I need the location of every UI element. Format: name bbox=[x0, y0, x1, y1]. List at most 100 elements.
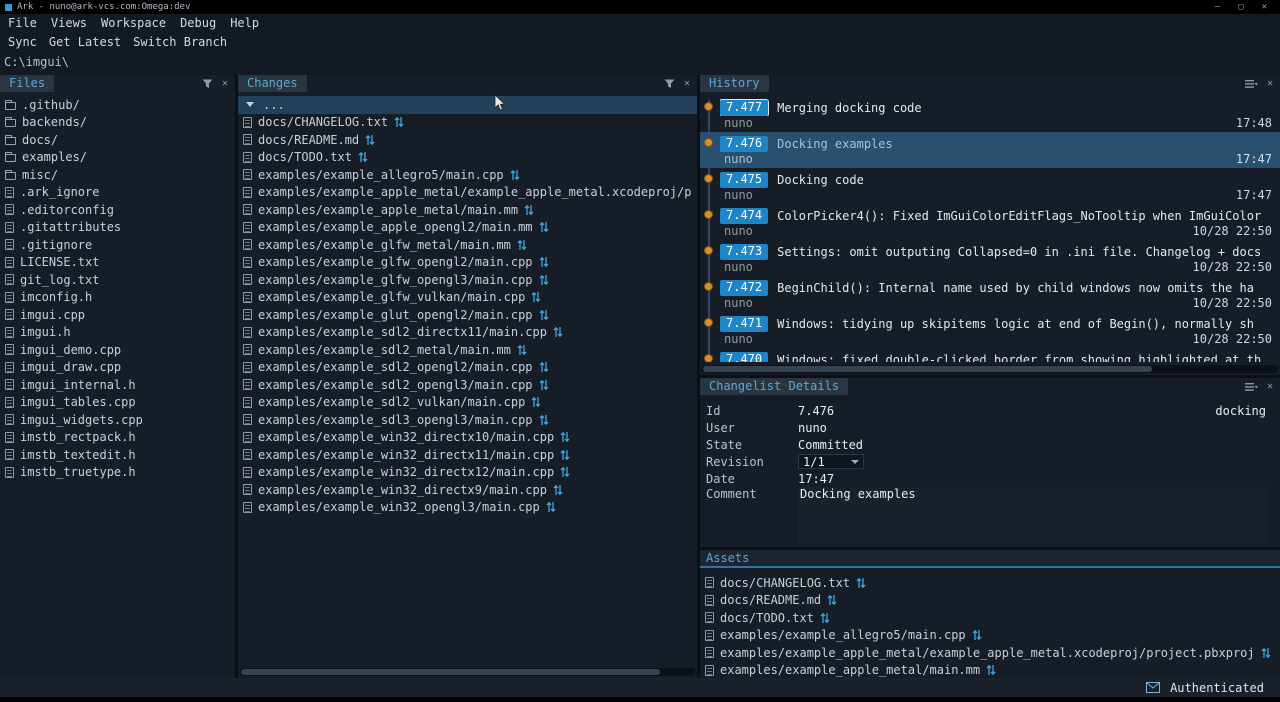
file-icon bbox=[243, 152, 252, 163]
changed-file-row[interactable]: examples/example_apple_opengl2/main.mm bbox=[238, 219, 697, 237]
menu-item[interactable]: File bbox=[8, 16, 37, 30]
changeset-row[interactable]: 7.476 Docking examples nuno 17:47 bbox=[700, 132, 1280, 168]
changed-file-row[interactable]: examples/example_glfw_opengl2/main.cpp bbox=[238, 254, 697, 272]
filter-icon[interactable] bbox=[202, 79, 213, 89]
toolbar-button[interactable]: Sync bbox=[8, 35, 37, 49]
view-options-icon[interactable] bbox=[1245, 382, 1258, 392]
changed-file-row[interactable]: examples/example_sdl2_opengl3/main.cpp bbox=[238, 376, 697, 394]
horizontal-scrollbar[interactable] bbox=[702, 365, 1278, 373]
asset-row[interactable]: examples/example_allegro5/main.cpp bbox=[700, 627, 1280, 645]
changed-file-row[interactable]: examples/example_win32_directx9/main.cpp bbox=[238, 481, 697, 499]
changes-root-row[interactable]: ... bbox=[238, 96, 697, 114]
menu-item[interactable]: Views bbox=[51, 16, 87, 30]
changeset-badge[interactable]: 7.473 bbox=[720, 244, 768, 260]
asset-row[interactable]: docs/TODO.txt bbox=[700, 609, 1280, 627]
changeset-badge[interactable]: 7.474 bbox=[720, 208, 768, 224]
file-tree-item[interactable]: .github/ bbox=[0, 96, 235, 114]
file-tree-item[interactable]: .gitignore bbox=[0, 236, 235, 254]
file-tree-item[interactable]: .gitattributes bbox=[0, 219, 235, 237]
changed-file-row[interactable]: docs/README.md bbox=[238, 131, 697, 149]
changes-panel: Changes ✕ ... docs/CHANGELOG.txt bbox=[238, 75, 697, 678]
file-tree-item[interactable]: examples/ bbox=[0, 149, 235, 167]
changeset-row[interactable]: 7.473 Settings: omit outputing Collapsed… bbox=[700, 240, 1280, 276]
changeset-row[interactable]: 7.471 Windows: tidying up skipitems logi… bbox=[700, 312, 1280, 348]
changed-file-row[interactable]: examples/example_win32_directx11/main.cp… bbox=[238, 446, 697, 464]
changed-file-row[interactable]: docs/CHANGELOG.txt bbox=[238, 114, 697, 132]
file-tree-item[interactable]: imstb_truetype.h bbox=[0, 464, 235, 482]
changed-file-row[interactable]: examples/example_win32_opengl3/main.cpp bbox=[238, 499, 697, 517]
menu-item[interactable]: Debug bbox=[180, 16, 216, 30]
changed-file-row[interactable]: examples/example_apple_metal/example_app… bbox=[238, 184, 697, 202]
scrollbar-thumb[interactable] bbox=[703, 366, 1152, 372]
asset-row[interactable]: examples/example_apple_metal/example_app… bbox=[700, 644, 1280, 662]
changed-file-row[interactable]: examples/example_sdl2_opengl2/main.cpp bbox=[238, 359, 697, 377]
changeset-row[interactable]: 7.472 BeginChild(): Internal name used b… bbox=[700, 276, 1280, 312]
file-tree-item[interactable]: docs/ bbox=[0, 131, 235, 149]
history-tab[interactable]: History bbox=[700, 75, 769, 92]
minimize-icon[interactable]: — bbox=[1215, 2, 1220, 12]
asset-row[interactable]: docs/README.md bbox=[700, 592, 1280, 610]
close-window-icon[interactable]: ✕ bbox=[1262, 2, 1267, 12]
file-tree-item[interactable]: backends/ bbox=[0, 114, 235, 132]
changed-file-row[interactable]: examples/example_win32_directx10/main.cp… bbox=[238, 429, 697, 447]
view-options-icon[interactable] bbox=[1245, 79, 1258, 89]
file-tree-item[interactable]: imgui.h bbox=[0, 324, 235, 342]
menu-item[interactable]: Help bbox=[230, 16, 259, 30]
changed-file-row[interactable]: examples/example_apple_metal/main.mm bbox=[238, 201, 697, 219]
file-tree-item[interactable]: imgui_widgets.cpp bbox=[0, 411, 235, 429]
asset-row[interactable]: examples/example_apple_metal/main.mm bbox=[700, 662, 1280, 679]
changeset-badge[interactable]: 7.471 bbox=[720, 316, 768, 332]
file-tree-item[interactable]: LICENSE.txt bbox=[0, 254, 235, 272]
changed-file-row[interactable]: examples/example_glut_opengl2/main.cpp bbox=[238, 306, 697, 324]
file-tree-item[interactable]: imstb_rectpack.h bbox=[0, 429, 235, 447]
changeset-row[interactable]: 7.470 Windows: fixed double-clicked bord… bbox=[700, 348, 1280, 362]
changed-file-row[interactable]: examples/example_win32_directx12/main.cp… bbox=[238, 464, 697, 482]
changeset-row[interactable]: 7.477 Merging docking code nuno 17:48 bbox=[700, 96, 1280, 132]
file-tree-item[interactable]: git_log.txt bbox=[0, 271, 235, 289]
file-tree-item[interactable]: .ark_ignore bbox=[0, 184, 235, 202]
changed-file-row[interactable]: examples/example_glfw_vulkan/main.cpp bbox=[238, 289, 697, 307]
changeset-badge[interactable]: 7.476 bbox=[720, 136, 768, 152]
changed-file-row[interactable]: examples/example_sdl3_opengl3/main.cpp bbox=[238, 411, 697, 429]
changed-file-row[interactable]: examples/example_sdl2_directx11/main.cpp bbox=[238, 324, 697, 342]
changeset-badge[interactable]: 7.477 bbox=[720, 100, 768, 116]
changeset-badge[interactable]: 7.475 bbox=[720, 172, 768, 188]
files-tab[interactable]: Files bbox=[0, 75, 54, 92]
close-panel-icon[interactable]: ✕ bbox=[684, 79, 690, 89]
changeset-row[interactable]: 7.474 ColorPicker4(): Fixed ImGuiColorEd… bbox=[700, 204, 1280, 240]
toolbar-button[interactable]: Get Latest bbox=[49, 35, 121, 49]
changeset-badge[interactable]: 7.472 bbox=[720, 280, 768, 296]
close-panel-icon[interactable]: ✕ bbox=[222, 79, 228, 89]
close-panel-icon[interactable]: ✕ bbox=[1267, 382, 1273, 392]
changes-tab[interactable]: Changes bbox=[238, 75, 307, 92]
asset-row[interactable]: docs/CHANGELOG.txt bbox=[700, 574, 1280, 592]
horizontal-scrollbar[interactable] bbox=[240, 668, 695, 676]
close-panel-icon[interactable]: ✕ bbox=[1267, 79, 1273, 89]
comment-field[interactable]: Docking examples bbox=[798, 487, 1268, 543]
changed-file-row[interactable]: examples/example_sdl2_vulkan/main.cpp bbox=[238, 394, 697, 412]
scrollbar-thumb[interactable] bbox=[241, 669, 660, 675]
changed-file-row[interactable]: examples/example_allegro5/main.cpp bbox=[238, 166, 697, 184]
revision-dropdown[interactable]: 1/1 bbox=[798, 454, 864, 469]
changed-file-row[interactable]: examples/example_sdl2_metal/main.mm bbox=[238, 341, 697, 359]
maximize-icon[interactable]: ▢ bbox=[1238, 2, 1243, 12]
file-tree-item[interactable]: .editorconfig bbox=[0, 201, 235, 219]
changeset-row[interactable]: 7.475 Docking code nuno 17:47 bbox=[700, 168, 1280, 204]
file-tree-item[interactable]: imgui.cpp bbox=[0, 306, 235, 324]
file-tree-item[interactable]: misc/ bbox=[0, 166, 235, 184]
toolbar-button[interactable]: Switch Branch bbox=[133, 35, 227, 49]
file-tree-item[interactable]: imgui_internal.h bbox=[0, 376, 235, 394]
changed-file-row[interactable]: docs/TODO.txt bbox=[238, 149, 697, 167]
expander-icon[interactable] bbox=[246, 102, 254, 107]
filter-icon[interactable] bbox=[664, 79, 675, 89]
changed-file-row[interactable]: examples/example_glfw_opengl3/main.cpp bbox=[238, 271, 697, 289]
file-tree-item[interactable]: imstb_textedit.h bbox=[0, 446, 235, 464]
menu-item[interactable]: Workspace bbox=[101, 16, 166, 30]
changed-file-row[interactable]: examples/example_glfw_metal/main.mm bbox=[238, 236, 697, 254]
file-tree-item[interactable]: imgui_tables.cpp bbox=[0, 394, 235, 412]
file-tree-item[interactable]: imconfig.h bbox=[0, 289, 235, 307]
details-tab[interactable]: Changelist Details bbox=[700, 378, 848, 395]
file-tree-item[interactable]: imgui_draw.cpp bbox=[0, 359, 235, 377]
file-tree-item[interactable]: imgui_demo.cpp bbox=[0, 341, 235, 359]
changeset-badge[interactable]: 7.470 bbox=[720, 352, 768, 363]
